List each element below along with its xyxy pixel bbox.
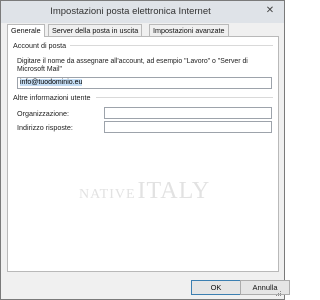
title-bar: Impostazioni posta elettronica Internet … [1, 1, 284, 23]
section-divider [96, 97, 273, 98]
watermark-logo: NATIVEITALY [79, 178, 210, 205]
dialog-window: Impostazioni posta elettronica Internet … [0, 0, 290, 300]
tab-server-posta-uscita[interactable]: Server della posta in uscita [48, 24, 143, 36]
resize-grip-icon[interactable] [274, 289, 282, 297]
account-section-title: Account di posta [13, 41, 67, 50]
account-description: Digitare il nome da assegnare all'accoun… [17, 58, 248, 73]
ok-button[interactable]: OK [191, 280, 241, 295]
organization-field[interactable] [104, 107, 272, 119]
reply-address-field[interactable] [104, 121, 272, 133]
tab-generale[interactable]: Generale [7, 24, 45, 37]
cancel-button[interactable]: Annulla [240, 280, 290, 295]
general-panel: Account di posta Digitare il nome da ass… [7, 36, 279, 272]
close-icon[interactable]: ✕ [262, 4, 278, 18]
organization-label: Organizzazione: [17, 109, 69, 118]
tab-impostazioni-avanzate[interactable]: Impostazioni avanzate [149, 24, 229, 36]
reply-address-label: Indirizzo risposte: [17, 123, 73, 132]
account-name-field[interactable]: info@tuodominio.eu [17, 77, 272, 89]
watermark-part1: NATIVE [79, 187, 136, 202]
account-name-value: info@tuodominio.eu [20, 79, 83, 86]
window-title: Impostazioni posta elettronica Internet [50, 6, 211, 17]
section-divider [70, 45, 273, 46]
watermark-part2: ITALY [137, 178, 211, 204]
other-info-section-title: Altre informazioni utente [13, 93, 91, 102]
